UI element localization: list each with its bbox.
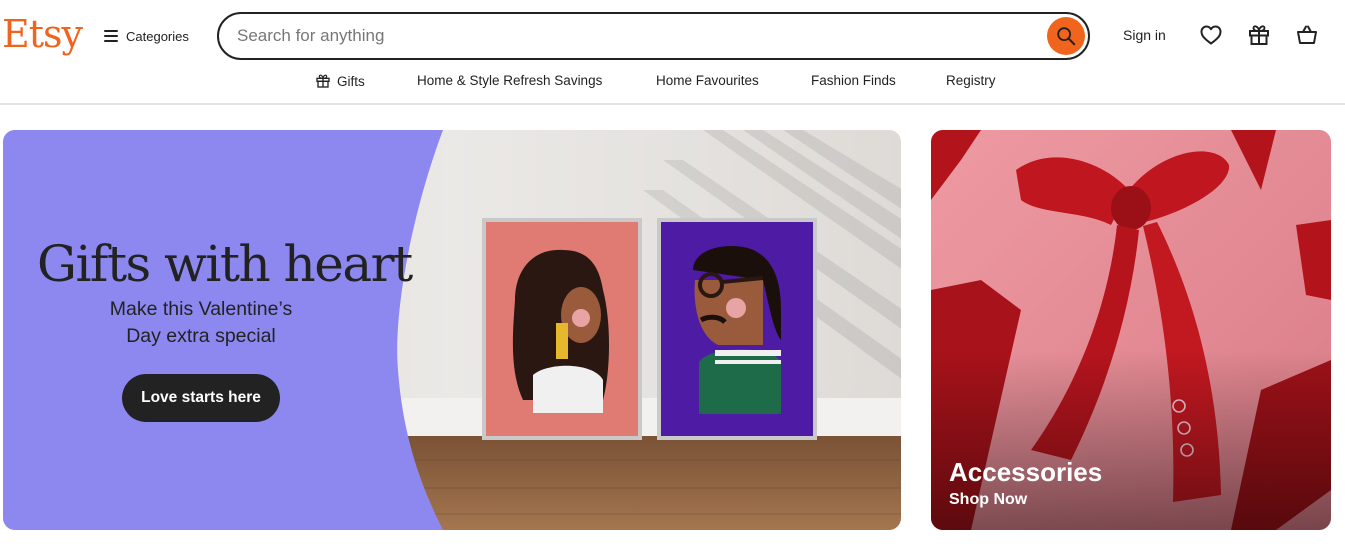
subnav-item-gifts[interactable]: Gifts [315,73,365,89]
hero-subtitle: Make this Valentine’s Day extra special [63,296,339,350]
subnav-item-registry[interactable]: Registry [946,73,996,88]
categories-label: Categories [126,28,189,44]
hero-subtitle-line: Day extra special [126,325,276,347]
site-header: Etsy Categories Sign in [0,0,1345,72]
search-button[interactable] [1047,17,1085,55]
search-icon [1057,27,1076,46]
gift-icon[interactable] [1247,23,1271,47]
shop-now-link[interactable]: Shop Now [949,491,1027,509]
categories-button[interactable]: Categories [104,24,189,48]
hero-subtitle-line: Make this Valentine’s [109,298,293,320]
menu-icon [104,30,118,42]
love-starts-here-button[interactable]: Love starts here [122,374,280,422]
heart-icon[interactable] [1199,23,1223,47]
search-input[interactable] [237,21,1027,51]
hero-banner: Gifts with heart Make this Valentine’s D… [3,130,901,530]
search-bar [217,12,1090,60]
nav-divider [0,103,1345,105]
subnav-label: Gifts [337,73,365,89]
gift-icon [316,74,330,88]
hero-title: Gifts with heart [37,235,413,293]
signin-link[interactable]: Sign in [1123,27,1166,43]
subnav-item-home-favourites[interactable]: Home Favourites [656,73,759,88]
subnav-item-home-style-refresh[interactable]: Home & Style Refresh Savings [417,73,602,88]
category-nav: Gifts Home & Style Refresh Savings Home … [0,70,1345,94]
accessories-card[interactable]: Accessories Shop Now [931,130,1331,530]
basket-icon[interactable] [1295,23,1319,47]
subnav-item-fashion-finds[interactable]: Fashion Finds [811,73,896,88]
card-title: Accessories [949,457,1103,487]
etsy-logo[interactable]: Etsy [2,10,83,58]
